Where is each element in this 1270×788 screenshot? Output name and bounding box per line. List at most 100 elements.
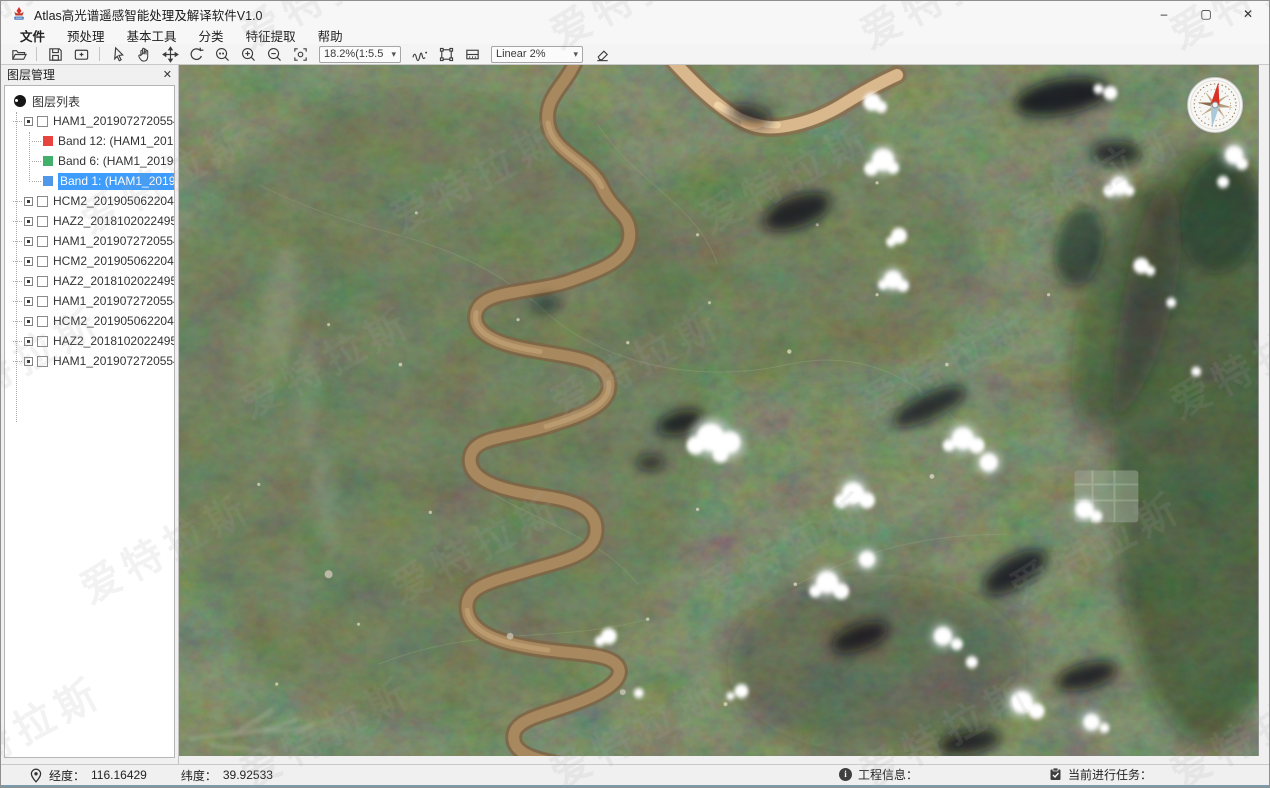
zoom-free-button[interactable] — [209, 45, 235, 64]
layer-checkbox[interactable] — [37, 356, 48, 367]
zoom-level-select[interactable]: 18.2%(1:5.5 ▾ — [319, 46, 401, 63]
layer-item[interactable]: HAZ2_20181020224958_0 — [5, 331, 174, 351]
expander-icon[interactable] — [24, 237, 33, 246]
layer-list-label: 图层列表 — [32, 93, 80, 110]
layer-item[interactable]: HCM2_20190506220436_0 — [5, 191, 174, 211]
layer-checkbox[interactable] — [37, 196, 48, 207]
layer-panel-close-icon[interactable]: ✕ — [163, 68, 172, 81]
expander-icon[interactable] — [24, 317, 33, 326]
save-icon — [47, 46, 64, 63]
location-pin-icon — [29, 768, 43, 783]
layer-label: HAZ2_20181020224958_0 — [53, 274, 174, 288]
layer-item[interactable]: HAM1_20190727205547_0 — [5, 231, 174, 251]
latitude-label: 纬度： — [181, 767, 217, 784]
window-title: Atlas高光谱遥感智能处理及解译软件V1.0 — [34, 5, 263, 24]
layer-item[interactable]: HAZ2_20181020224958_0 — [5, 271, 174, 291]
spectral-curve-button[interactable] — [407, 45, 433, 64]
layer-checkbox[interactable] — [37, 256, 48, 267]
minimize-button[interactable]: – — [1143, 1, 1185, 27]
roi-tool-button[interactable] — [433, 45, 459, 64]
chevron-down-icon: ▾ — [391, 49, 396, 60]
expander-icon[interactable] — [24, 117, 33, 126]
band-item[interactable]: Band 12: (HAM1_2019072 — [5, 131, 174, 151]
open-project-button[interactable] — [5, 45, 31, 64]
tree-branch — [13, 321, 22, 322]
layer-item[interactable]: HAM1_20190727205547_0 — [5, 111, 174, 131]
menu-feature-extraction[interactable]: 特征提取 — [235, 27, 307, 44]
layer-checkbox[interactable] — [37, 316, 48, 327]
menu-basic-tools[interactable]: 基本工具 — [116, 27, 188, 44]
move-tool-button[interactable] — [157, 45, 183, 64]
stretch-tool-button[interactable] — [459, 45, 485, 64]
maximize-button[interactable]: ▢ — [1185, 1, 1227, 27]
layer-checkbox[interactable] — [37, 216, 48, 227]
latitude-value: 39.92533 — [223, 768, 273, 782]
layer-label: HAZ2_20181020224958_0 — [53, 334, 174, 348]
band-color-chip — [43, 136, 53, 146]
hand-icon — [136, 46, 153, 63]
map-viewport[interactable] — [179, 65, 1259, 756]
zoom-in-button[interactable] — [235, 45, 261, 64]
layer-label: HAM1_20190727205547_0 — [53, 354, 174, 368]
toolbar-separator — [36, 47, 37, 61]
pan-tool-button[interactable] — [131, 45, 157, 64]
expander-icon[interactable] — [24, 217, 33, 226]
map-area — [179, 65, 1269, 764]
layer-item[interactable]: HAZ2_20181020224958_0 — [5, 211, 174, 231]
status-bar: 经度： 116.16429 纬度： 39.92533 i 工程信息： 当前进行任… — [1, 764, 1269, 787]
tree-branch — [32, 161, 41, 162]
save-button[interactable] — [42, 45, 68, 64]
layer-checkbox[interactable] — [37, 276, 48, 287]
layer-label: HCM2_20190506220436_0 — [53, 314, 174, 328]
expander-icon[interactable] — [24, 337, 33, 346]
layer-label: HCM2_20190506220436_0 — [53, 254, 174, 268]
zoom-out-button[interactable] — [261, 45, 287, 64]
spectral-curve-icon — [411, 46, 429, 63]
expander-icon[interactable] — [24, 257, 33, 266]
close-button[interactable]: ✕ — [1227, 1, 1269, 27]
select-tool-button[interactable] — [105, 45, 131, 64]
app-window: Atlas高光谱遥感智能处理及解译软件V1.0 – ▢ ✕ 文件 预处理 基本工… — [0, 0, 1270, 788]
expander-icon[interactable] — [24, 197, 33, 206]
layer-panel-header: 图层管理 ✕ — [1, 65, 178, 84]
layer-label: HAM1_20190727205547_0 — [53, 234, 174, 248]
layer-item[interactable]: HAM1_20190727205547_0 — [5, 291, 174, 311]
layer-checkbox[interactable] — [37, 336, 48, 347]
expander-icon[interactable] — [24, 357, 33, 366]
expander-icon[interactable] — [24, 277, 33, 286]
layer-item[interactable]: HCM2_20190506220436_0 — [5, 251, 174, 271]
histogram-stretch-icon — [464, 46, 481, 63]
menu-bar: 文件 预处理 基本工具 分类 特征提取 帮助 — [1, 27, 1269, 44]
project-info-label: 工程信息： — [858, 766, 918, 783]
clear-stretch-button[interactable] — [589, 45, 615, 64]
band-label: Band 12: (HAM1_2019072 — [58, 134, 174, 148]
band-label: Band 6: (HAM1_20190727 — [58, 154, 174, 168]
menu-classification[interactable]: 分类 — [188, 27, 235, 44]
tree-branch — [32, 181, 41, 182]
layer-list-root[interactable]: 图层列表 — [5, 91, 174, 111]
menu-preprocess[interactable]: 预处理 — [56, 27, 116, 44]
band-item[interactable]: Band 1: (HAM1_20190727 — [5, 171, 174, 191]
layer-checkbox[interactable] — [37, 296, 48, 307]
expander-icon[interactable] — [24, 297, 33, 306]
add-data-button[interactable] — [68, 45, 94, 64]
open-folder-icon — [10, 46, 27, 63]
layer-label: HAM1_20190727205547_0 — [53, 114, 174, 128]
tree-branch — [13, 301, 22, 302]
layer-item[interactable]: HAM1_20190727205547_0 — [5, 351, 174, 371]
layer-checkbox[interactable] — [37, 236, 48, 247]
layer-item[interactable]: HCM2_20190506220436_0 — [5, 311, 174, 331]
layer-label: HAZ2_20181020224958_0 — [53, 214, 174, 228]
menu-file[interactable]: 文件 — [9, 27, 56, 44]
band-item[interactable]: Band 6: (HAM1_20190727 — [5, 151, 174, 171]
layer-checkbox[interactable] — [37, 116, 48, 127]
chevron-down-icon: ▾ — [573, 49, 578, 60]
menu-help[interactable]: 帮助 — [307, 27, 354, 44]
stretch-mode-select[interactable]: Linear 2% ▾ — [491, 46, 583, 63]
rotate-icon — [188, 46, 205, 63]
zoom-extent-button[interactable] — [287, 45, 313, 64]
rotate-tool-button[interactable] — [183, 45, 209, 64]
tree-branch — [13, 261, 22, 262]
tree-branch — [13, 361, 22, 362]
magnifier-icon — [214, 46, 231, 63]
